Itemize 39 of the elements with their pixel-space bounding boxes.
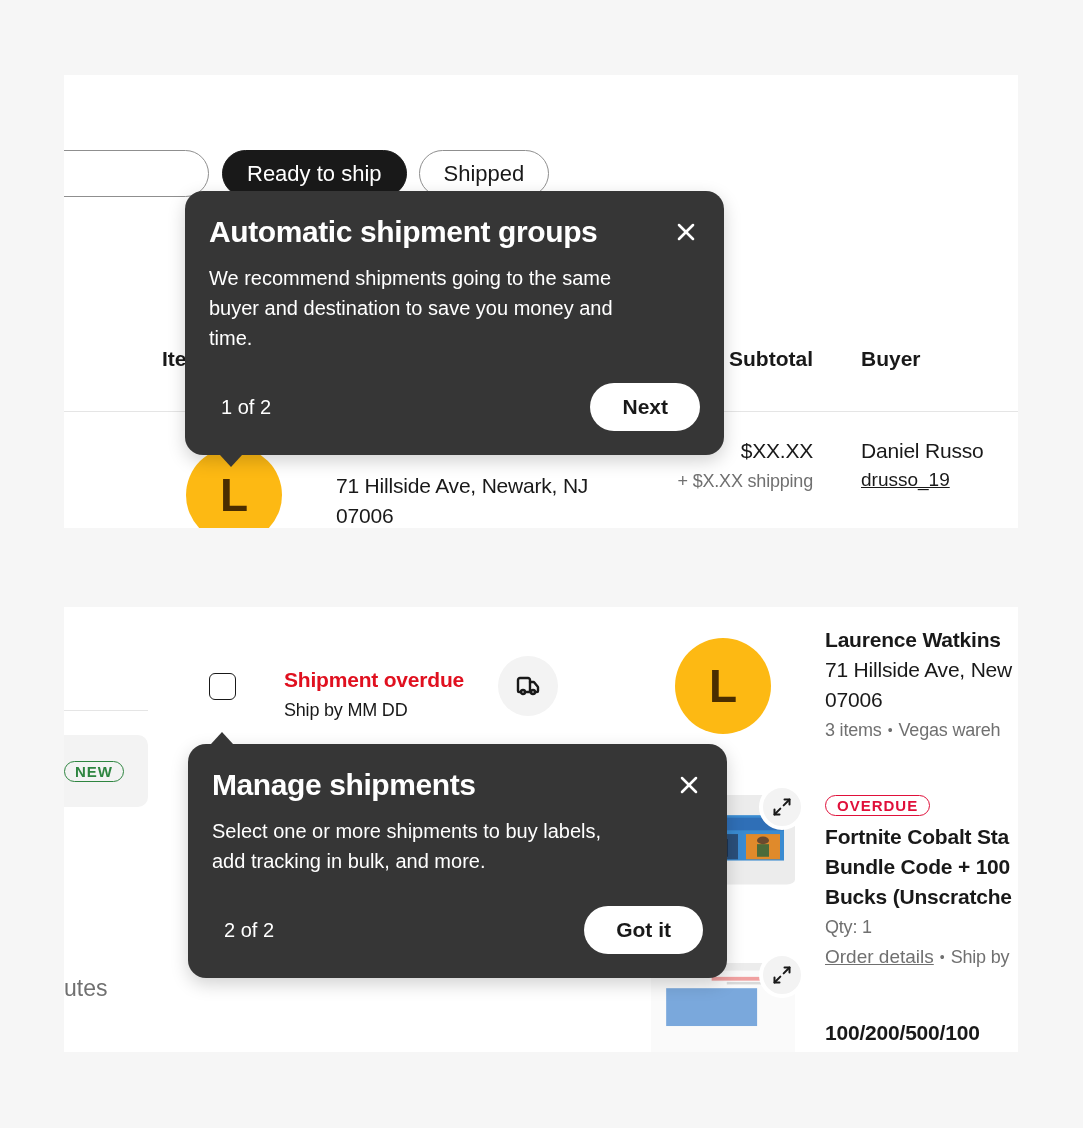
step-counter: 2 of 2 (224, 918, 275, 942)
ship-by-label: Ship by (950, 946, 1010, 969)
separator-dot: • (939, 949, 945, 965)
expand-icon (772, 964, 792, 985)
product-title: 100/200/500/100 (825, 1020, 981, 1046)
ship-by-date: Ship by MM DD (284, 699, 409, 722)
step-counter: 1 of 2 (221, 395, 272, 419)
shipment-checkbox[interactable] (209, 673, 236, 700)
tooltip-title: Automatic shipment groups (209, 215, 598, 249)
sidebar-text: utes (64, 975, 109, 1002)
truck-icon (516, 674, 540, 698)
shipping-cost: + $X.XX shipping (677, 470, 813, 493)
address-line: 07006 (336, 503, 395, 528)
tooltip-button[interactable]: Next (590, 383, 700, 431)
column-header: Ite (162, 347, 188, 371)
quantity: Qty: 1 (825, 916, 873, 939)
tooltip-text: Select one or more shipments to buy labels, add tracking in bulk, and more. (212, 819, 603, 874)
buyer-id-link[interactable]: drusso_19 (861, 466, 1018, 494)
warehouse-name: Vegas wareh (898, 719, 1001, 742)
item-count: 3 items (825, 719, 882, 742)
product-title: Fortnite Cobalt Sta (825, 824, 1011, 850)
address-line: 71 Hillside Ave, Newark, NJ (336, 473, 589, 499)
column-header: Buyer (861, 347, 922, 371)
buyer-name: Daniel Russo (861, 438, 985, 464)
address-line: 71 Hillside Ave, New (825, 657, 1013, 683)
buyer-avatar: L (675, 638, 771, 734)
product-title: Bucks (Unscratche (825, 884, 1013, 910)
column-header: Subtotal (729, 347, 813, 371)
tooltip-button[interactable]: Got it (584, 906, 703, 954)
expand-icon (772, 797, 792, 817)
separator-dot: • (887, 722, 893, 738)
shipment-status: Shipment overdue (284, 667, 465, 693)
product-title: Bundle Code + 100 (825, 854, 1012, 880)
subtotal: $XX.XX (740, 438, 813, 464)
tooltip-title: Manage shipments (212, 768, 476, 802)
tooltip-text: We recommend shipments going to the same buyer and destination to save you money and time. (209, 266, 614, 351)
buyer-name: Laurence Watkins (825, 627, 1002, 653)
address-line: 07006 (825, 687, 884, 713)
order-details-link[interactable]: Order details (825, 943, 934, 971)
